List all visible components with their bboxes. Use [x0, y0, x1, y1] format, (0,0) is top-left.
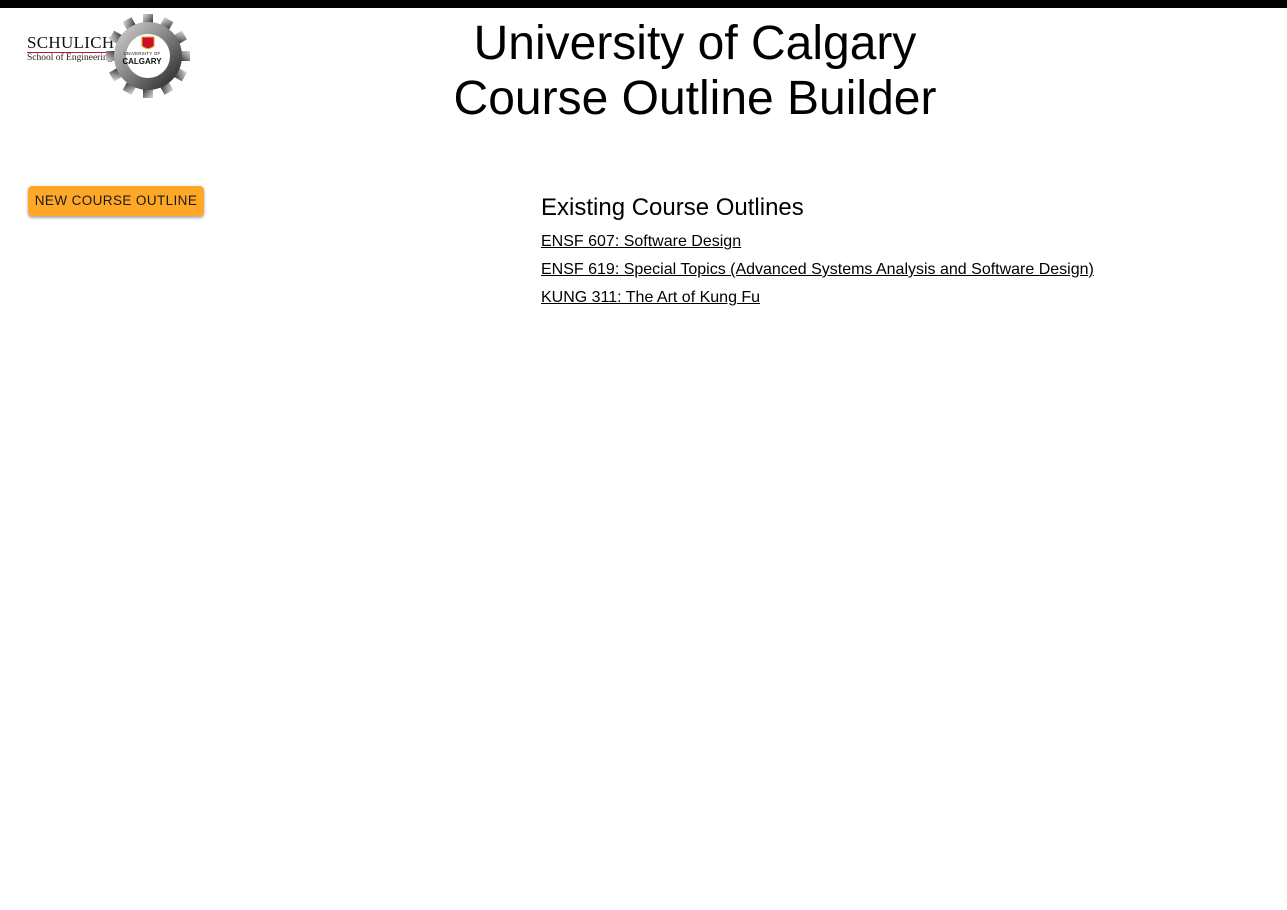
- outline-link-ensf-607[interactable]: ENSF 607: Software Design: [541, 228, 1094, 256]
- uc-big-text: CALGARY: [122, 56, 162, 66]
- page-title-line-2: Course Outline Builder: [453, 72, 937, 125]
- new-course-outline-button[interactable]: NEW COURSE OUTLINE: [28, 186, 204, 216]
- outline-link-ensf-619[interactable]: ENSF 619: Special Topics (Advanced Syste…: [541, 256, 1094, 284]
- top-bar: [0, 0, 1287, 8]
- uc-wordmark: UNIVERSITY OF CALGARY: [121, 51, 163, 66]
- existing-outlines-section: Existing Course Outlines ENSF 607: Softw…: [541, 192, 1094, 312]
- page-title-line-1: University of Calgary: [473, 17, 917, 70]
- existing-outlines-heading: Existing Course Outlines: [541, 194, 804, 221]
- page-title: University of Calgary Course Outline Bui…: [390, 16, 1000, 126]
- outline-link-kung-311[interactable]: KUNG 311: The Art of Kung Fu: [541, 284, 1094, 312]
- schulich-logo: SCHULICH School of Engineering UNIVERSIT…: [26, 14, 196, 98]
- uc-small-text: UNIVERSITY OF: [123, 51, 161, 56]
